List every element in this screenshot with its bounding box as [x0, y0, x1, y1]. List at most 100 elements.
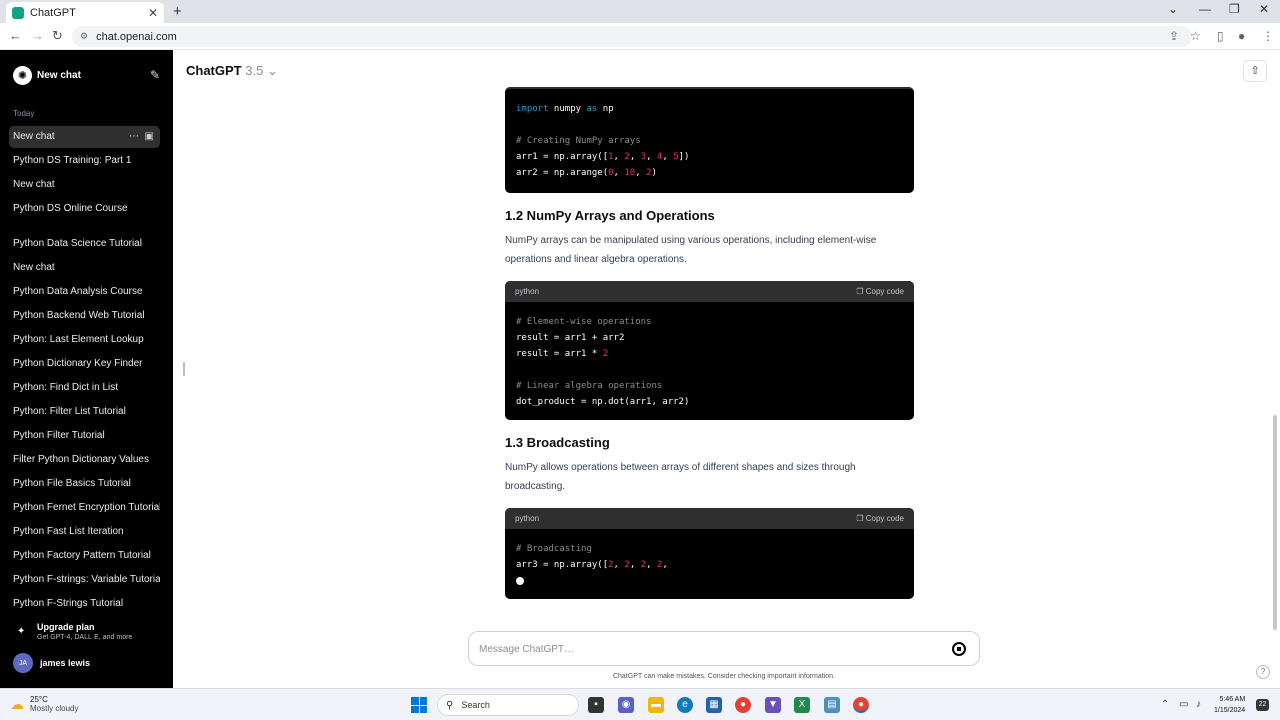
sidebar-item[interactable]: Python DS Training: Part 1 [9, 150, 160, 172]
upgrade-subtitle: Get GPT-4, DALL·E, and more [37, 634, 133, 641]
sidebar-item[interactable]: Python DS Online Course [9, 198, 160, 220]
sidebar-item-label: Python Data Science Tutorial [13, 238, 142, 249]
sidebar-item-label: New chat [13, 131, 55, 142]
sidebar-item[interactable]: Python File Basics Tutorial [9, 473, 160, 495]
user-name: james lewis [40, 658, 91, 668]
message-input[interactable] [479, 641, 919, 657]
code-line: arr2 = np.arange(0, 10, 2) [516, 168, 657, 178]
search-label: Search [461, 700, 490, 710]
sidebar-resize-handle[interactable] [183, 362, 185, 376]
chat-app-icon[interactable]: ◉ [618, 697, 634, 713]
network-icon[interactable]: ▭ [1179, 699, 1188, 710]
upgrade-title: Upgrade plan [37, 622, 95, 632]
user-menu-button[interactable]: JA james lewis [13, 652, 160, 674]
help-button[interactable]: ? [1256, 665, 1270, 679]
browser-menu-icon[interactable]: ⋮ [1262, 29, 1274, 43]
task-view-icon[interactable]: ▪ [588, 697, 604, 713]
sidebar-item[interactable]: Python Data Science Tutorial [9, 233, 160, 255]
sidebar-item[interactable]: Python Fernet Encryption Tutorial [9, 497, 160, 519]
sidebar-item-label: Python: Last Element Lookup [13, 334, 144, 345]
chrome-active-icon[interactable]: ● [853, 697, 869, 713]
store-icon[interactable]: ▦ [706, 697, 722, 713]
address-bar-row: ← → ↻ ⚙ chat.openai.com ⇪ ☆ ▯ ● ⋮ [0, 23, 1280, 50]
code-line: dot_product = np.dot(arr1, arr2) [516, 397, 690, 407]
message-composer [468, 631, 980, 666]
copy-code-label: Copy code [865, 287, 904, 296]
clock[interactable]: 5:46 AM 1/15/2024 [1214, 694, 1245, 716]
copy-code-button[interactable]: ❐ Copy code [856, 287, 904, 296]
reload-icon[interactable]: ↻ [52, 28, 63, 44]
sidebar-item-label: Python DS Training: Part 1 [13, 155, 132, 166]
taskbar-search[interactable]: ⚲ Search [437, 694, 579, 716]
sidebar-item[interactable]: Python: Filter List Tutorial [9, 401, 160, 423]
edge-icon[interactable]: e [677, 697, 693, 713]
close-tab-icon[interactable]: ✕ [148, 6, 158, 20]
sidebar-item-label: Python File Basics Tutorial [13, 478, 131, 489]
sidebar-item[interactable]: Python: Find Dict in List [9, 377, 160, 399]
sidebar-item[interactable]: Python: Last Element Lookup [9, 329, 160, 351]
sidebar-item[interactable]: New chat ⋯ ▣ [9, 126, 160, 148]
sidebar-item[interactable]: Python Dictionary Key Finder [9, 353, 160, 375]
avatar: JA [13, 653, 33, 673]
url-field[interactable]: ⚙ chat.openai.com [72, 26, 1192, 47]
copy-code-button[interactable]: ❐ Copy code [856, 514, 904, 523]
excel-icon[interactable]: X [794, 697, 810, 713]
profile-icon[interactable]: ● [1238, 29, 1245, 43]
sidebar-item[interactable]: New chat [9, 257, 160, 279]
chat-header: ChatGPT 3.5 ⌄ ⇧ [173, 50, 1280, 90]
date: 1/15/2024 [1214, 707, 1246, 714]
stop-generating-button[interactable] [952, 642, 966, 656]
model-name: ChatGPT [186, 63, 242, 78]
sidebar-item[interactable]: Filter Python Dictionary Values [9, 449, 160, 471]
code-content: # Broadcasting arr3 = np.array([2, 2, 2, … [505, 529, 914, 599]
sidebar-item[interactable]: Python F-strings: Variable Tutorial [9, 569, 160, 591]
share-page-icon[interactable]: ⇪ [1169, 29, 1179, 43]
restore-icon[interactable]: ❐ [1229, 2, 1240, 16]
volume-icon[interactable]: ♪ [1196, 699, 1201, 710]
close-window-icon[interactable]: ✕ [1259, 2, 1269, 16]
new-tab-icon[interactable]: + [173, 3, 182, 20]
sidebar-item[interactable]: Python F-Strings Tutorial [9, 593, 160, 615]
tray-chevron-up-icon[interactable]: ⌃ [1161, 699, 1169, 710]
tab-search-icon[interactable]: ⌄ [1168, 2, 1178, 16]
scrollbar[interactable] [1273, 415, 1277, 630]
code-line: import numpy as np [516, 104, 614, 114]
sidebar-item[interactable]: Python Data Analysis Course [9, 281, 160, 303]
model-selector[interactable]: ChatGPT 3.5 ⌄ [186, 63, 278, 79]
chrome-icon[interactable]: ● [735, 697, 751, 713]
sparkle-icon: ✦ [17, 626, 26, 637]
forward-icon[interactable]: → [31, 28, 44, 43]
notification-badge[interactable]: 22 [1256, 699, 1269, 711]
start-icon[interactable] [411, 697, 427, 713]
bookmark-star-icon[interactable]: ☆ [1190, 29, 1201, 43]
sidebar-item[interactable]: Python Factory Pattern Tutorial [9, 545, 160, 567]
side-panel-icon[interactable]: ▯ [1217, 29, 1224, 43]
sidebar-item[interactable]: Python Backend Web Tutorial [9, 305, 160, 327]
back-icon[interactable]: ← [9, 28, 22, 43]
item-actions[interactable]: ⋯ ▣ [129, 126, 154, 148]
new-chat-button[interactable]: ✺ New chat ✎ [13, 64, 160, 86]
weather-widget[interactable]: ☁ 25°C Mostly cloudy [10, 695, 78, 713]
app-icon[interactable]: ▤ [824, 697, 840, 713]
sidebar-item[interactable]: Python Fast List Iteration [9, 521, 160, 543]
file-explorer-icon[interactable]: ▬ [648, 697, 664, 713]
share-icon[interactable]: ⇧ [1243, 60, 1267, 82]
code-block: python ❐ Copy code # Element-wise operat… [505, 281, 914, 420]
sidebar-item[interactable]: New chat [9, 174, 160, 196]
sidebar-item-label: Python Backend Web Tutorial [13, 310, 145, 321]
sidebar-item-label: Python Filter Tutorial [13, 430, 105, 441]
sidebar-item-label: New chat [13, 179, 55, 190]
browser-tab[interactable]: ChatGPT ✕ [6, 2, 164, 23]
app-icon[interactable]: ▼ [765, 697, 781, 713]
compose-icon[interactable]: ✎ [150, 68, 160, 82]
new-chat-label: New chat [37, 69, 81, 81]
code-language: python [515, 287, 540, 296]
site-info-icon[interactable]: ⚙ [80, 31, 88, 42]
code-line: result = arr1 + arr2 [516, 333, 625, 343]
sidebar-item[interactable]: Python Filter Tutorial [9, 425, 160, 447]
upgrade-plan-button[interactable]: ✦ Upgrade plan Get GPT-4, DALL·E, and mo… [13, 620, 160, 644]
minimize-icon[interactable]: — [1199, 2, 1211, 16]
code-line: arr1 = np.array([1, 2, 3, 4, 5]) [516, 152, 690, 162]
browser-tab-bar: ChatGPT ✕ + ⌄ — ❐ ✕ [0, 0, 1280, 23]
